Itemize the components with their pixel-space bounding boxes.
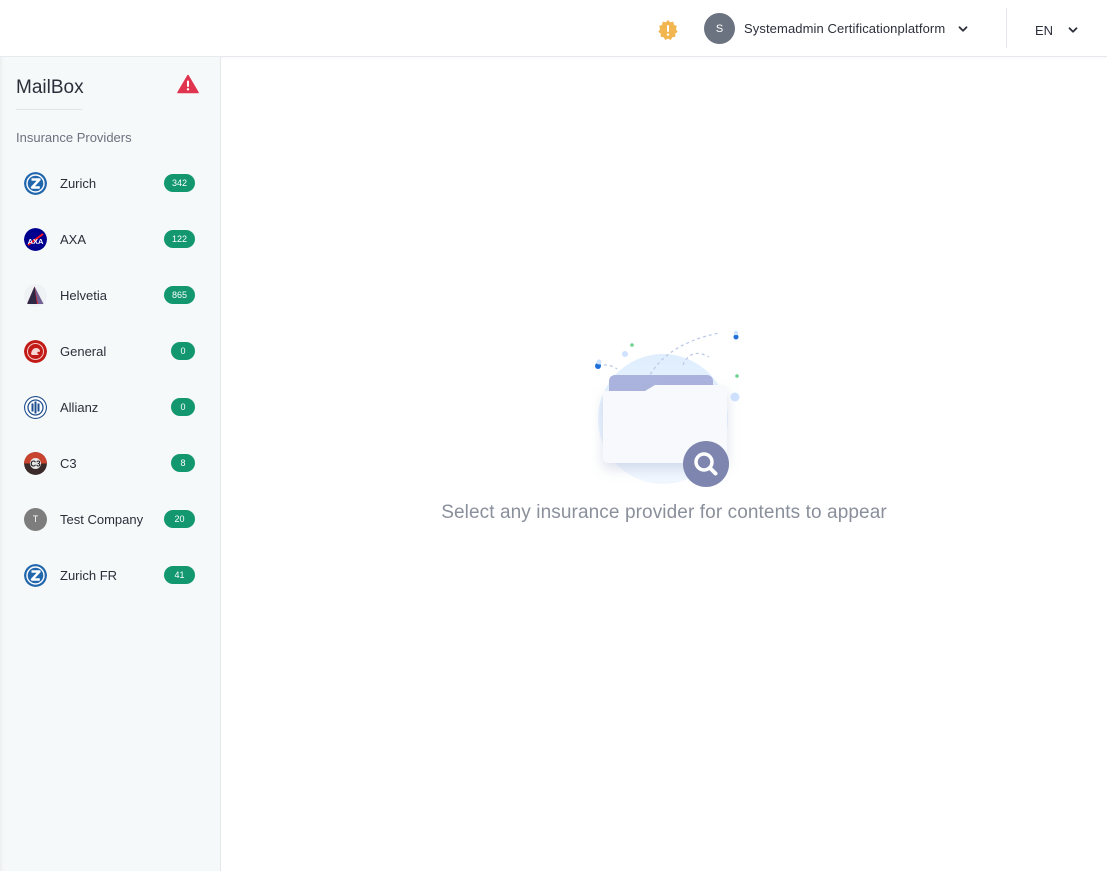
provider-count-badge: 0: [171, 342, 195, 360]
warning-triangle-icon[interactable]: [177, 74, 199, 94]
provider-list: Zurich 342 AXA AXA 122 Helvetia 865 Gene…: [0, 155, 220, 603]
provider-item-c3[interactable]: C3 C3 8: [0, 435, 220, 491]
provider-count-badge: 865: [164, 286, 195, 304]
provider-name: Allianz: [60, 399, 99, 415]
provider-item-test-company[interactable]: T Test Company 20: [0, 491, 220, 547]
provider-name: Zurich: [60, 175, 97, 191]
zurich-logo-icon: [24, 563, 47, 587]
chevron-down-icon: [958, 25, 968, 32]
generali-lion-logo-icon: [24, 339, 47, 363]
user-menu[interactable]: S Systemadmin Certificationplatform: [704, 13, 969, 44]
c3-logo-icon: C3: [24, 451, 47, 475]
provider-name: Test Company: [60, 511, 144, 527]
provider-count-badge: 41: [164, 566, 195, 584]
provider-name: C3: [60, 455, 77, 471]
user-name: Systemadmin Certificationplatform: [744, 21, 946, 36]
top-bar: S Systemadmin Certificationplatform EN: [0, 0, 1107, 57]
provider-initial: T: [32, 514, 39, 524]
empty-state-message: Select any insurance provider for conten…: [441, 502, 887, 523]
language-label: EN: [1035, 22, 1054, 38]
provider-count-badge: 8: [171, 454, 195, 472]
language-selector[interactable]: EN: [1035, 20, 1079, 40]
mailbox-content: Select any insurance provider for conten…: [221, 57, 1107, 871]
provider-name: Zurich FR: [60, 567, 118, 583]
provider-count-badge: 342: [164, 174, 195, 192]
provider-item-zurich-fr[interactable]: Zurich FR 41: [0, 547, 220, 603]
header-divider: [1006, 8, 1007, 48]
provider-item-zurich[interactable]: Zurich 342: [0, 155, 220, 211]
svg-text:AXA: AXA: [28, 237, 44, 246]
provider-item-helvetia[interactable]: Helvetia 865: [0, 267, 220, 323]
folder-search-illustration-icon: [595, 330, 740, 487]
mailbox-sidebar: MailBox Insurance Providers Zurich 342 A…: [0, 57, 221, 871]
provider-count-badge: 0: [171, 398, 195, 416]
mailbox-title: MailBox: [16, 77, 84, 110]
zurich-logo-icon: [24, 171, 47, 195]
helvetia-logo-icon: [24, 283, 47, 307]
provider-name: General: [60, 343, 107, 359]
provider-name: AXA: [60, 231, 87, 247]
provider-count-badge: 20: [164, 510, 195, 528]
allianz-logo-icon: [24, 395, 47, 419]
axa-logo-icon: AXA: [24, 227, 47, 251]
provider-item-axa[interactable]: AXA AXA 122: [0, 211, 220, 267]
provider-item-general[interactable]: General 0: [0, 323, 220, 379]
svg-text:C3: C3: [30, 459, 41, 468]
notification-icon[interactable]: [657, 19, 679, 41]
section-label: Insurance Providers: [16, 130, 132, 145]
initial-avatar-icon: T: [24, 507, 47, 531]
user-avatar: S: [704, 13, 735, 44]
provider-item-allianz[interactable]: Allianz 0: [0, 379, 220, 435]
chevron-down-icon: [1068, 27, 1078, 33]
provider-name: Helvetia: [60, 287, 107, 303]
provider-count-badge: 122: [164, 230, 195, 248]
